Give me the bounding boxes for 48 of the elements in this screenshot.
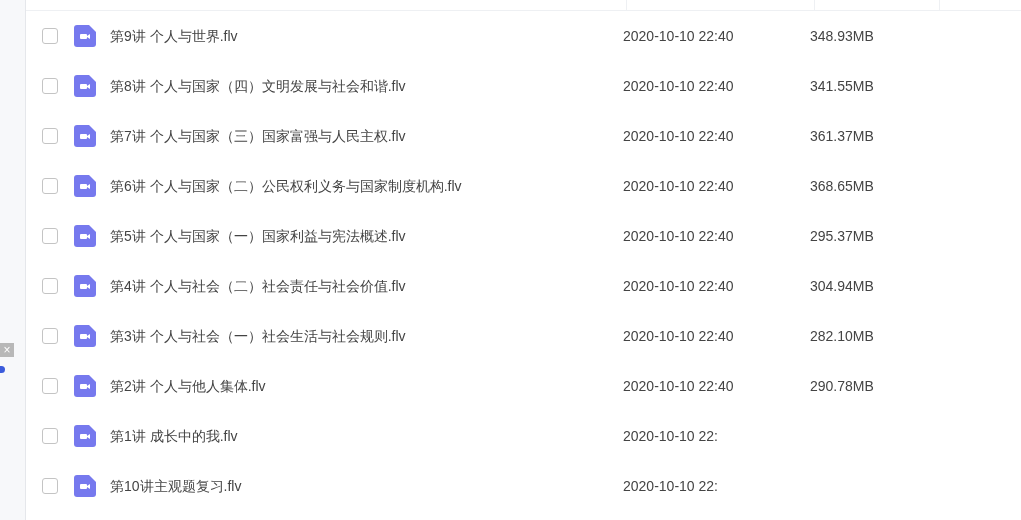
file-name[interactable]: 第9讲 个人与世界.flv bbox=[110, 25, 623, 47]
modified-date: 2020-10-10 22:40 bbox=[623, 376, 735, 396]
file-name[interactable]: 第2讲 个人与他人集体.flv bbox=[110, 375, 623, 397]
checkbox[interactable] bbox=[42, 178, 58, 194]
checkbox[interactable] bbox=[42, 128, 58, 144]
checkbox[interactable] bbox=[42, 228, 58, 244]
checkbox[interactable] bbox=[42, 428, 58, 444]
modified-date: 2020-10-10 22:40 bbox=[623, 226, 735, 246]
checkbox[interactable] bbox=[42, 328, 58, 344]
video-file-icon bbox=[74, 325, 96, 347]
file-size: 290.78MB bbox=[810, 376, 874, 396]
file-name[interactable]: 第8讲 个人与国家（四）文明发展与社会和谐.flv bbox=[110, 75, 623, 97]
file-name[interactable]: 第4讲 个人与社会（二）社会责任与社会价值.flv bbox=[110, 275, 623, 297]
modified-date: 2020-10-10 22:40 bbox=[623, 76, 735, 96]
file-size: 341.55MB bbox=[810, 76, 874, 96]
file-name[interactable]: 第6讲 个人与国家（二）公民权利义务与国家制度机构.flv bbox=[110, 175, 623, 197]
file-name[interactable]: 第1讲 成长中的我.flv bbox=[110, 425, 623, 447]
checkbox[interactable] bbox=[42, 278, 58, 294]
file-size: 361.37MB bbox=[810, 126, 874, 146]
file-size: 282.10MB bbox=[810, 326, 874, 346]
video-file-icon bbox=[74, 75, 96, 97]
checkbox[interactable] bbox=[42, 78, 58, 94]
file-size: 348.93MB bbox=[810, 26, 874, 46]
modified-date: 2020-10-10 22:40 bbox=[623, 176, 735, 196]
file-name[interactable]: 第5讲 个人与国家（一）国家利益与宪法概述.flv bbox=[110, 225, 623, 247]
modified-date: 2020-10-10 22:40 bbox=[623, 326, 735, 346]
file-size: 295.37MB bbox=[810, 226, 874, 246]
video-file-icon bbox=[74, 175, 96, 197]
video-file-icon bbox=[74, 425, 96, 447]
video-file-icon bbox=[74, 475, 96, 497]
checkbox[interactable] bbox=[42, 28, 58, 44]
file-size: 368.65MB bbox=[810, 176, 874, 196]
modified-date: 2020-10-10 22:40 bbox=[623, 276, 735, 296]
file-name[interactable]: 第7讲 个人与国家（三）国家富强与人民主权.flv bbox=[110, 125, 623, 147]
checkbox[interactable] bbox=[42, 478, 58, 494]
video-file-icon bbox=[74, 25, 96, 47]
video-file-icon bbox=[74, 275, 96, 297]
file-name[interactable]: 第3讲 个人与社会（一）社会生活与社会规则.flv bbox=[110, 325, 623, 347]
video-file-icon bbox=[74, 125, 96, 147]
video-file-icon bbox=[74, 225, 96, 247]
checkbox[interactable] bbox=[42, 378, 58, 394]
modified-date: 2020-10-10 22: bbox=[623, 476, 719, 496]
file-name[interactable]: 第10讲主观题复习.flv bbox=[110, 475, 623, 497]
video-file-icon bbox=[74, 375, 96, 397]
file-size: 304.94MB bbox=[810, 276, 874, 296]
modified-date: 2020-10-10 22:40 bbox=[623, 26, 735, 46]
modified-date: 2020-10-10 22:40 bbox=[623, 126, 735, 146]
modified-date: 2020-10-10 22: bbox=[623, 426, 719, 446]
